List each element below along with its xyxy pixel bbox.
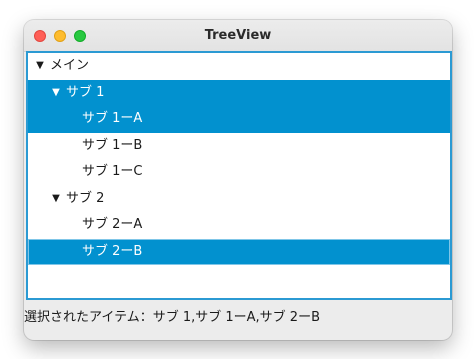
tree-item-sub1-c[interactable]: サブ 1ーC xyxy=(28,159,450,186)
selection-status-label: 選択されたアイテム：サブ 1,サブ 1ーA,サブ 2ーB xyxy=(24,310,320,325)
tree-view[interactable]: ▼ メイン ▼ サブ 1 サブ 1ーA サブ 1ーB サブ 1ーC ▼ サブ 2… xyxy=(26,51,452,300)
tree-item-sub1-a[interactable]: サブ 1ーA xyxy=(28,106,450,133)
tree-item-label: サブ 1ーB xyxy=(82,137,143,153)
tree-item-label: サブ 2ーA xyxy=(82,217,143,232)
app-window: TreeView ▼ メイン ▼ サブ 1 サブ 1ーA サブ 1ーB サブ 1… xyxy=(24,20,452,340)
tree-item-label: サブ 2ーB xyxy=(82,243,143,259)
expanded-arrow-icon[interactable]: ▼ xyxy=(34,53,46,80)
tree-item-label: サブ 1 xyxy=(66,84,105,100)
expanded-arrow-icon[interactable]: ▼ xyxy=(50,186,62,213)
tree-item-label: サブ 1ーC xyxy=(82,164,143,179)
tree-item-sub2-b[interactable]: サブ 2ーB xyxy=(28,238,450,265)
tree-item-sub1[interactable]: ▼ サブ 1 xyxy=(28,79,450,107)
expanded-arrow-icon[interactable]: ▼ xyxy=(50,80,62,107)
tree-item-label: サブ 2 xyxy=(66,190,105,206)
tree-item-sub2-a[interactable]: サブ 2ーA xyxy=(28,212,450,239)
tree-item-sub1-b[interactable]: サブ 1ーB xyxy=(28,133,450,160)
tree-item-label: サブ 1ーA xyxy=(82,111,143,126)
tree-item-main[interactable]: ▼ メイン xyxy=(28,53,450,80)
title-bar[interactable]: TreeView xyxy=(24,20,452,52)
tree-item-sub2[interactable]: ▼ サブ 2 xyxy=(28,186,450,213)
window-title: TreeView xyxy=(204,28,272,43)
tree-item-label: メイン xyxy=(50,58,90,73)
